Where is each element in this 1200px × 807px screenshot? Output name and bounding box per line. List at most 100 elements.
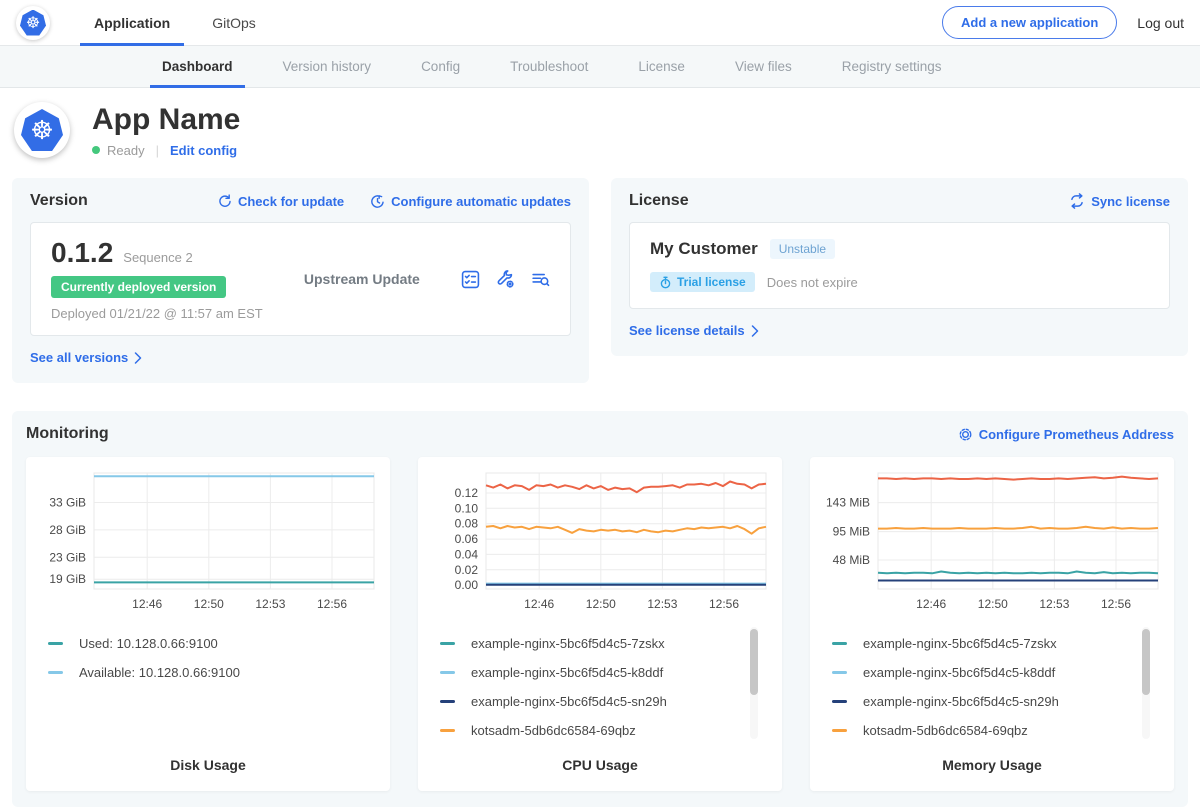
sync-icon — [1069, 193, 1085, 209]
cpu-usage-chart-card: 0.120.100.080.060.040.020.0012:4612:5012… — [418, 457, 782, 791]
svg-text:12:53: 12:53 — [1039, 597, 1069, 611]
legend-item: example-nginx-5bc6f5d4c5-sn29h — [832, 687, 1166, 716]
legend-item: example-nginx-5bc6f5d4c5-sn29h — [440, 687, 774, 716]
refresh-icon — [217, 194, 232, 209]
svg-text:0.02: 0.02 — [455, 563, 479, 577]
monitoring-panel: Monitoring Configure Prometheus Address … — [12, 411, 1188, 807]
configure-automatic-updates-link[interactable]: Configure automatic updates — [370, 194, 571, 209]
legend-item: Available: 10.128.0.66:9100 — [48, 658, 382, 687]
legend-swatch — [832, 729, 847, 732]
legend-scrollbar-thumb[interactable] — [750, 629, 758, 695]
legend-item: example-nginx-5bc6f5d4c5-k8ddf — [832, 658, 1166, 687]
subnav-tab-config[interactable]: Config — [409, 46, 472, 88]
legend-label: kotsadm-5db6dc6584-69qbz — [471, 723, 636, 738]
svg-text:28 GiB: 28 GiB — [49, 523, 86, 537]
top-nav: ☸ Application GitOps Add a new applicati… — [0, 0, 1200, 46]
legend-swatch — [832, 700, 847, 703]
kubernetes-logo[interactable]: ☸ — [16, 6, 50, 40]
chart-title: Disk Usage — [34, 757, 382, 773]
svg-text:12:53: 12:53 — [255, 597, 285, 611]
kubernetes-helm-icon: ☸ — [20, 10, 46, 36]
svg-text:12:46: 12:46 — [132, 597, 162, 611]
see-all-versions-link[interactable]: See all versions — [30, 350, 142, 365]
svg-text:12:53: 12:53 — [647, 597, 677, 611]
legend-item: example-nginx-5bc6f5d4c5-7zskx — [440, 629, 774, 658]
deployed-timestamp: Deployed 01/21/22 @ 11:57 am EST — [51, 306, 263, 321]
svg-text:12:56: 12:56 — [317, 597, 347, 611]
config-wrench-icon[interactable] — [496, 270, 515, 289]
current-version-panel: 0.1.2 Sequence 2 Currently deployed vers… — [30, 222, 571, 336]
stopwatch-icon — [659, 276, 672, 289]
divider: | — [156, 143, 159, 158]
license-card-title: License — [629, 192, 689, 210]
subnav-tab-version-history[interactable]: Version history — [271, 46, 384, 88]
configure-prometheus-link[interactable]: Configure Prometheus Address — [958, 427, 1174, 442]
legend-label: kotsadm-5db6dc6584-69qbz — [863, 723, 1028, 738]
legend-scrollbar[interactable] — [750, 627, 758, 739]
legend-swatch — [48, 642, 63, 645]
svg-text:12:50: 12:50 — [586, 597, 616, 611]
legend-label: example-nginx-5bc6f5d4c5-sn29h — [863, 694, 1059, 709]
svg-text:23 GiB: 23 GiB — [49, 550, 86, 564]
license-type-badge: Trial license — [650, 272, 755, 292]
license-card: License Sync license My Customer Unstabl… — [611, 178, 1188, 356]
legend-swatch — [440, 671, 455, 674]
svg-text:0.06: 0.06 — [455, 532, 479, 546]
tab-gitops[interactable]: GitOps — [198, 0, 270, 46]
edit-config-link[interactable]: Edit config — [170, 143, 237, 158]
svg-text:12:56: 12:56 — [1101, 597, 1131, 611]
svg-text:0.04: 0.04 — [455, 547, 479, 561]
check-for-update-link[interactable]: Check for update — [217, 194, 344, 209]
legend-item: Used: 10.128.0.66:9100 — [48, 629, 382, 658]
chart-legend: example-nginx-5bc6f5d4c5-7zskx example-ng… — [440, 625, 774, 751]
version-number: 0.1.2 — [51, 237, 113, 269]
kubernetes-app-icon: ☸ — [21, 109, 63, 151]
svg-text:0.12: 0.12 — [455, 486, 479, 500]
monitoring-title: Monitoring — [26, 425, 109, 443]
svg-text:12:46: 12:46 — [524, 597, 554, 611]
legend-swatch — [48, 671, 63, 674]
svg-text:12:46: 12:46 — [916, 597, 946, 611]
logout-link[interactable]: Log out — [1137, 15, 1184, 31]
clock-refresh-icon — [370, 194, 385, 209]
subnav-tab-registry-settings[interactable]: Registry settings — [830, 46, 954, 88]
page-title: App Name — [92, 103, 240, 136]
add-application-button[interactable]: Add a new application — [942, 6, 1117, 39]
chevron-right-icon — [751, 325, 759, 337]
subnav-tab-license[interactable]: License — [626, 46, 697, 88]
app-sub-nav: Dashboard Version history Config Trouble… — [0, 46, 1200, 88]
chevron-right-icon — [134, 352, 142, 364]
svg-text:12:56: 12:56 — [709, 597, 739, 611]
version-source-label: Upstream Update — [263, 271, 461, 287]
chart-title: Memory Usage — [818, 757, 1166, 773]
cpu-usage-chart: 0.120.100.080.060.040.020.0012:4612:5012… — [426, 467, 774, 615]
sync-license-link[interactable]: Sync license — [1069, 193, 1170, 209]
legend-label: example-nginx-5bc6f5d4c5-k8ddf — [863, 665, 1055, 680]
legend-swatch — [440, 700, 455, 703]
svg-text:12:50: 12:50 — [194, 597, 224, 611]
preflight-checks-icon[interactable] — [461, 270, 480, 289]
disk-usage-chart-card: 33 GiB28 GiB23 GiB19 GiB12:4612:5012:531… — [26, 457, 390, 791]
chart-legend: example-nginx-5bc6f5d4c5-7zskxexample-ng… — [832, 625, 1166, 751]
legend-swatch — [832, 642, 847, 645]
legend-label: example-nginx-5bc6f5d4c5-k8ddf — [471, 665, 663, 680]
subnav-tab-view-files[interactable]: View files — [723, 46, 804, 88]
subnav-tab-troubleshoot[interactable]: Troubleshoot — [498, 46, 600, 88]
legend-scrollbar-thumb[interactable] — [1142, 629, 1150, 695]
tab-application[interactable]: Application — [80, 0, 184, 46]
channel-badge: Unstable — [770, 239, 835, 259]
view-diff-icon[interactable] — [531, 270, 550, 289]
license-panel: My Customer Unstable Trial license Does … — [629, 222, 1170, 309]
memory-usage-chart: 143 MiB95 MiB48 MiB12:4612:5012:5312:56 — [818, 467, 1166, 615]
svg-text:33 GiB: 33 GiB — [49, 496, 86, 510]
status-dot — [92, 146, 100, 154]
legend-item: kotsadm-5db6dc6584-69qbz — [440, 716, 774, 745]
see-license-details-link[interactable]: See license details — [629, 323, 759, 338]
chart-title: CPU Usage — [426, 757, 774, 773]
customer-name: My Customer — [650, 239, 758, 259]
legend-scrollbar[interactable] — [1142, 627, 1150, 739]
legend-swatch — [440, 642, 455, 645]
subnav-tab-dashboard[interactable]: Dashboard — [150, 46, 245, 88]
legend-label: Used: 10.128.0.66:9100 — [79, 636, 218, 651]
legend-label: Available: 10.128.0.66:9100 — [79, 665, 240, 680]
